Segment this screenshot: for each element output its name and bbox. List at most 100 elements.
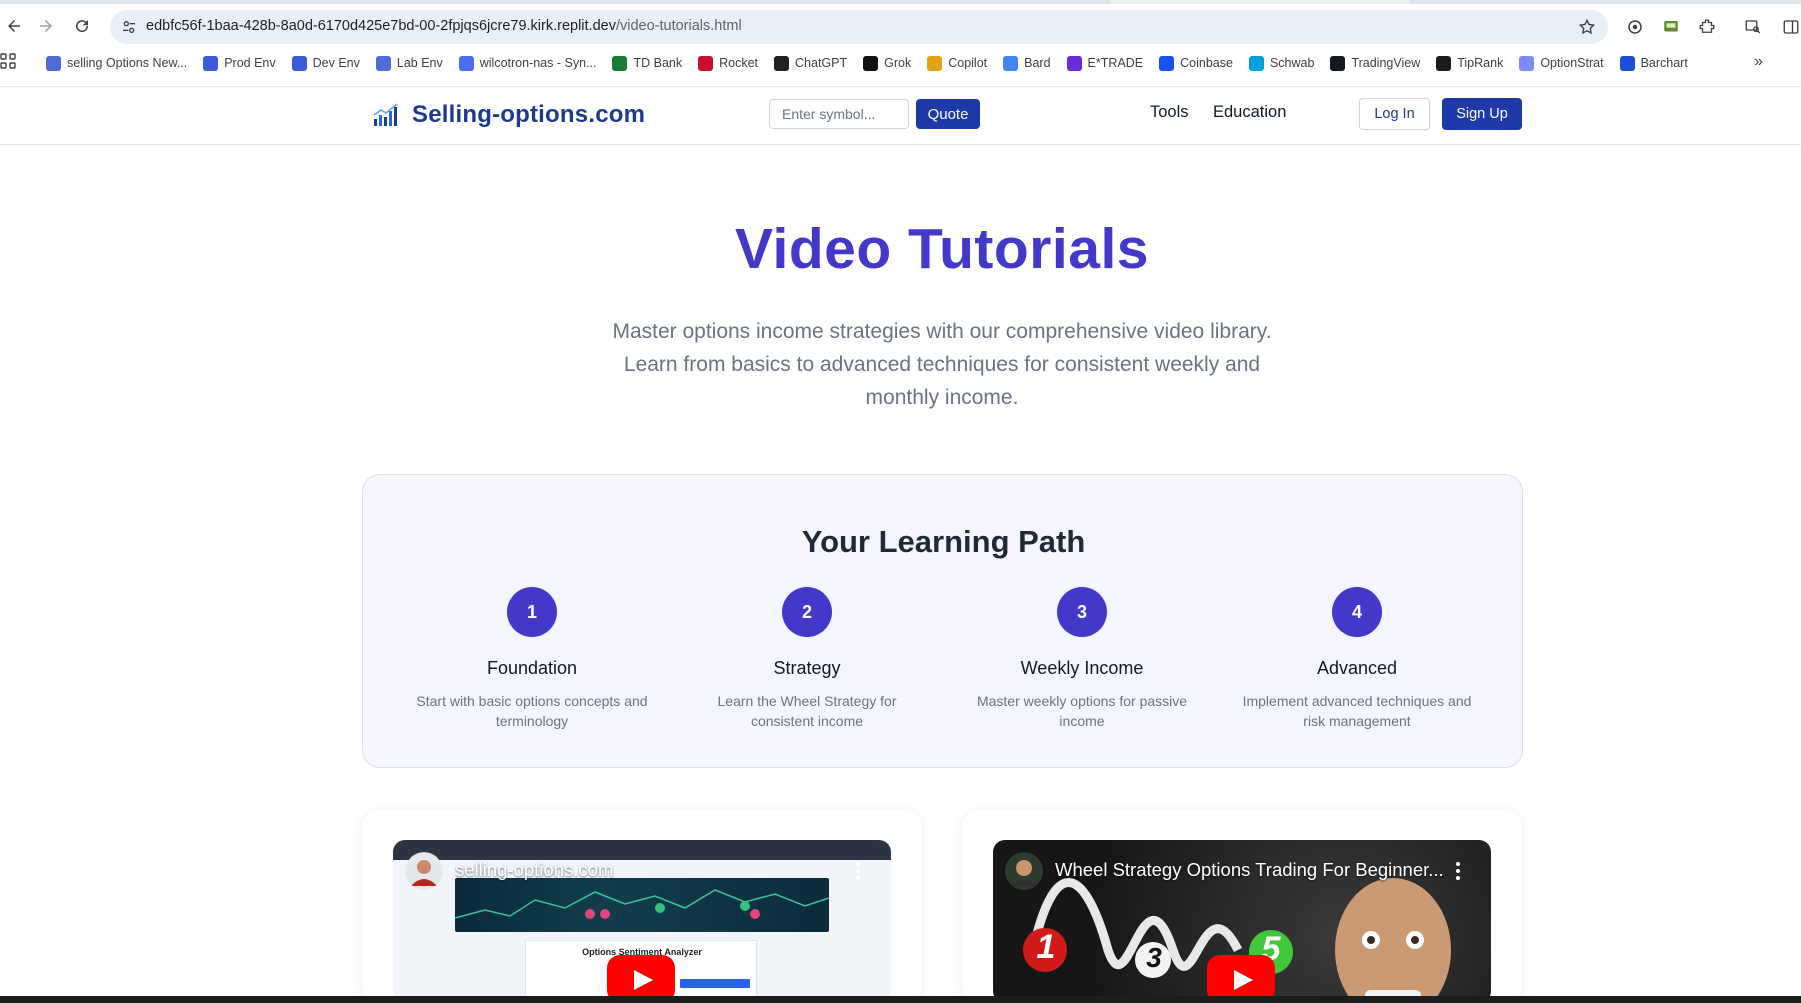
- video-title[interactable]: selling-options.com: [455, 859, 613, 881]
- bookmark-item[interactable]: Schwab: [1248, 55, 1315, 71]
- search-tabs-icon[interactable]: [1742, 16, 1764, 38]
- active-tab-indicator: [1110, 0, 1410, 4]
- bookmark-item[interactable]: ChatGPT: [774, 55, 848, 71]
- copilot-icon: [927, 55, 943, 71]
- chart-icon: [375, 55, 391, 71]
- bookmark-item[interactable]: TipRank: [1436, 55, 1504, 71]
- bookmark-label: TradingView: [1351, 56, 1421, 70]
- schwab-icon: [1248, 55, 1264, 71]
- bookmark-item[interactable]: TradingView: [1330, 55, 1421, 71]
- bookmark-item[interactable]: selling Options New...: [46, 55, 187, 71]
- step-number-badge: 4: [1332, 587, 1382, 637]
- openai-extension-icon[interactable]: [1624, 16, 1646, 38]
- bookmark-item[interactable]: Rocket: [698, 55, 758, 71]
- site-info-icon[interactable]: [116, 14, 142, 40]
- reload-icon: [76, 20, 89, 33]
- video-embed[interactable]: Options Sentiment Analyzer selling-optio…: [393, 840, 891, 1003]
- step-description: Learn the Wheel Strategy for consistent …: [717, 693, 897, 729]
- puzzle-extensions-icon[interactable]: [1696, 16, 1718, 38]
- video-number-label: 3: [1146, 942, 1162, 973]
- bookmark-item[interactable]: Copilot: [927, 55, 987, 71]
- learning-step: 4 Advanced Implement advanced techniques…: [1232, 587, 1482, 731]
- so-icon: [203, 55, 219, 71]
- video-title[interactable]: Wheel Strategy Options Trading For Begin…: [1055, 859, 1444, 881]
- step-number-badge: 2: [782, 587, 832, 637]
- more-vert-icon[interactable]: [855, 862, 861, 882]
- bookmark-item[interactable]: Lab Env: [375, 55, 443, 71]
- bookmark-star-icon[interactable]: [1576, 16, 1598, 38]
- symbol-input[interactable]: [769, 99, 909, 129]
- bookmark-label: Schwab: [1269, 56, 1315, 70]
- video-thumbnail-banner: [455, 878, 829, 932]
- learning-step: 1 Foundation Start with basic options co…: [407, 587, 657, 731]
- bookmark-label: E*TRADE: [1087, 56, 1144, 70]
- channel-avatar: [405, 852, 443, 890]
- step-number-badge: 3: [1057, 587, 1107, 637]
- browser-chrome: edbfc56f-1baa-428b-8a0d-6170d425e7bd-00-…: [0, 0, 1801, 87]
- video-embed[interactable]: 1 3 5 Wheel Strategy Options Trading For…: [993, 840, 1491, 1003]
- apps-grid-icon[interactable]: [0, 53, 18, 71]
- back-button[interactable]: [0, 12, 28, 40]
- bookmark-label: Dev Env: [312, 56, 360, 70]
- dsm-icon: [458, 55, 474, 71]
- channel-avatar: [1005, 852, 1043, 890]
- bookmark-item[interactable]: Coinbase: [1159, 55, 1233, 71]
- step-label: Strategy: [773, 658, 841, 678]
- nav-tools[interactable]: Tools: [1150, 103, 1189, 122]
- step-description: Implement advanced techniques and risk m…: [1242, 693, 1472, 729]
- arrow-left-icon: [8, 20, 20, 32]
- step-description: Master weekly options for passive income: [976, 693, 1188, 729]
- forward-button[interactable]: [32, 12, 60, 40]
- bookmark-label: Grok: [884, 56, 912, 70]
- site-header: Selling-options.com Quote Tools Educatio…: [0, 87, 1801, 145]
- bookmark-item[interactable]: OptionStrat: [1519, 55, 1604, 71]
- bookmark-label: TipRank: [1457, 56, 1504, 70]
- bookmark-list: selling Options New... Prod Env Dev Env Lab…: [46, 50, 1704, 76]
- bookmark-label: Prod Env: [224, 56, 276, 70]
- barchart-icon: [1619, 55, 1635, 71]
- bookmark-label: TD Bank: [633, 56, 683, 70]
- bookmark-label: ChatGPT: [795, 56, 848, 70]
- quote-button[interactable]: Quote: [916, 99, 980, 129]
- bookmark-item[interactable]: Barchart: [1619, 55, 1688, 71]
- address-bar[interactable]: edbfc56f-1baa-428b-8a0d-6170d425e7bd-00-…: [110, 10, 1608, 44]
- video-thumbnail-topbar: [393, 840, 891, 860]
- screen-extension-icon[interactable]: [1660, 16, 1682, 38]
- video-inner-button: [680, 979, 750, 988]
- bookmark-item[interactable]: Prod Env: [203, 55, 276, 71]
- openai-icon: [774, 55, 790, 71]
- bookmark-label: Barchart: [1640, 56, 1688, 70]
- navigation-row: edbfc56f-1baa-428b-8a0d-6170d425e7bd-00-…: [0, 6, 1801, 46]
- coinbase-icon: [1159, 55, 1175, 71]
- learning-path-title: Your Learning Path: [801, 524, 1086, 559]
- url-text[interactable]: edbfc56f-1baa-428b-8a0d-6170d425e7bd-00-…: [146, 18, 742, 34]
- bookmark-item[interactable]: Grok: [863, 55, 912, 71]
- nav-education[interactable]: Education: [1213, 103, 1286, 122]
- bookmark-item[interactable]: TD Bank: [612, 55, 683, 71]
- brand-logo[interactable]: Selling-options.com: [372, 101, 645, 129]
- grok-icon: [863, 55, 879, 71]
- tipranks-icon: [1436, 55, 1452, 71]
- bookmark-item[interactable]: Dev Env: [291, 55, 360, 71]
- video-card: Options Sentiment Analyzer selling-optio…: [362, 810, 922, 1003]
- bookmark-item[interactable]: Bard: [1003, 55, 1051, 71]
- td-icon: [612, 55, 628, 71]
- chevron-double-right-icon[interactable]: »: [1754, 53, 1763, 71]
- step-label: Weekly Income: [1020, 658, 1144, 678]
- side-panel-icon[interactable]: [1780, 16, 1801, 38]
- tradingview-icon: [1330, 55, 1346, 71]
- reload-button[interactable]: [68, 12, 96, 40]
- bookmarks-bar: selling Options New... Prod Env Dev Env Lab…: [0, 50, 1801, 76]
- sparkle-icon: [1003, 55, 1019, 71]
- so-icon: [291, 55, 307, 71]
- bar-chart-logo-icon: [373, 103, 398, 126]
- bookmark-item[interactable]: wilcotron-nas - Syn...: [458, 55, 597, 71]
- bookmark-label: Coinbase: [1180, 56, 1233, 70]
- learning-step: 3 Weekly Income Master weekly options fo…: [957, 587, 1207, 731]
- bookmark-item[interactable]: E*TRADE: [1066, 55, 1144, 71]
- more-vert-icon[interactable]: [1455, 862, 1461, 882]
- bookmark-label: wilcotron-nas - Syn...: [479, 56, 597, 70]
- video-card: 1 3 5 Wheel Strategy Options Trading For…: [962, 810, 1522, 1003]
- signup-button[interactable]: Sign Up: [1442, 98, 1522, 130]
- login-button[interactable]: Log In: [1359, 98, 1430, 130]
